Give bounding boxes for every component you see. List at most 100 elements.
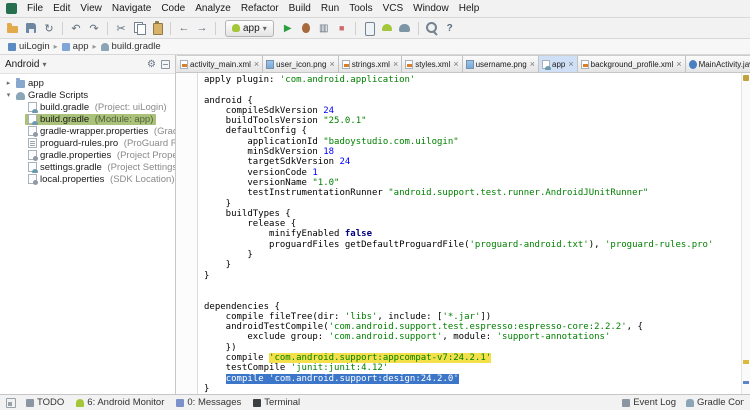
menu-edit[interactable]: Edit <box>48 3 75 14</box>
tab-activity-main-xml[interactable]: activity_main.xml× <box>177 55 263 72</box>
search-icon[interactable] <box>424 20 440 36</box>
device-icon[interactable] <box>361 20 377 36</box>
undo-icon[interactable]: ↶ <box>68 20 84 36</box>
gear-icon[interactable]: ⚙ <box>147 59 156 70</box>
tab-user-icon-png[interactable]: user_icon.png× <box>263 55 339 72</box>
code-line[interactable]: } <box>204 271 741 281</box>
close-icon[interactable]: × <box>530 59 535 69</box>
menu-build[interactable]: Build <box>284 3 316 14</box>
save-icon[interactable] <box>23 20 39 36</box>
code-line[interactable]: dependencies { <box>204 302 741 312</box>
code-line[interactable]: androidTestCompile('com.android.support.… <box>204 322 741 332</box>
tree-item-gradle-wrapper-properties-gradle-version[interactable]: gradle-wrapper.properties (Gradle Versio… <box>0 125 175 137</box>
code-line[interactable]: compileSdkVersion 24 <box>204 106 741 116</box>
chevron-collapsed-icon[interactable]: ▸ <box>4 79 13 87</box>
code-line[interactable]: defaultConfig { <box>204 126 741 136</box>
code-line[interactable]: release { <box>204 219 741 229</box>
redo-icon[interactable]: ↷ <box>86 20 102 36</box>
editor-scrollbar[interactable] <box>741 73 750 394</box>
menu-refactor[interactable]: Refactor <box>236 3 284 14</box>
paste-icon[interactable] <box>149 20 165 36</box>
cut-icon[interactable]: ✂ <box>113 20 129 36</box>
close-icon[interactable]: × <box>254 59 259 69</box>
close-icon[interactable]: × <box>393 59 398 69</box>
search-result-stripe-mark[interactable] <box>743 360 749 364</box>
tab-mainactivity-java[interactable]: MainActivity.java× <box>686 55 750 72</box>
code-line[interactable]: buildToolsVersion "25.0.1" <box>204 116 741 126</box>
code-line[interactable] <box>204 85 741 95</box>
coverage-icon[interactable]: ▥ <box>316 20 332 36</box>
code-line[interactable]: } <box>204 199 741 209</box>
code-line[interactable]: applicationId "badoystudio.com.uilogin" <box>204 137 741 147</box>
menu-navigate[interactable]: Navigate <box>107 3 156 14</box>
code-line[interactable]: versionCode 1 <box>204 168 741 178</box>
menu-file[interactable]: File <box>22 3 48 14</box>
menu-view[interactable]: View <box>75 3 107 14</box>
tree-item-build-gradle-module-app[interactable]: build.gradle (Module: app) <box>0 113 175 125</box>
chevron-expanded-icon[interactable]: ▾ <box>4 91 13 99</box>
code-line[interactable]: compile 'com.android.support:design:24.2… <box>204 374 741 384</box>
menu-tools[interactable]: Tools <box>344 3 377 14</box>
code-line[interactable]: buildTypes { <box>204 209 741 219</box>
back-icon[interactable]: ← <box>176 20 192 36</box>
breadcrumb-item-app[interactable]: app <box>60 41 91 52</box>
close-icon[interactable]: × <box>329 59 334 69</box>
tree-item-settings-gradle-project-settings[interactable]: settings.gradle (Project Settings) <box>0 161 175 173</box>
code-line[interactable]: testCompile 'junit:junit:4.12' <box>204 363 741 373</box>
code-line[interactable]: compile fileTree(dir: 'libs', include: [… <box>204 312 741 322</box>
menu-run[interactable]: Run <box>316 3 344 14</box>
code-line[interactable]: versionName "1.0" <box>204 178 741 188</box>
breadcrumb-item-uilogin[interactable]: uiLogin <box>6 41 52 52</box>
code-line[interactable]: exclude group: 'com.android.support', mo… <box>204 332 741 342</box>
code-line[interactable] <box>204 291 741 301</box>
forward-icon[interactable]: → <box>194 20 210 36</box>
project-view-selector[interactable]: Android ▾ <box>5 59 46 70</box>
tree-item-proguard-rules-pro-proguard-rules-for-app[interactable]: proguard-rules.pro (ProGuard Rules for a… <box>0 137 175 149</box>
editor-code[interactable]: apply plugin: 'com.android.application' … <box>198 73 741 394</box>
code-line[interactable]: targetSdkVersion 24 <box>204 157 741 167</box>
code-line[interactable]: minifyEnabled false <box>204 229 741 239</box>
code-line[interactable]: android { <box>204 96 741 106</box>
status-gradle-console[interactable]: Gradle Console <box>686 397 744 408</box>
help-icon[interactable]: ? <box>442 20 458 36</box>
close-icon[interactable]: × <box>676 59 681 69</box>
status-0-messages[interactable]: 0: Messages <box>176 397 241 408</box>
tree-item-app[interactable]: ▸app <box>0 77 175 89</box>
tab-app[interactable]: app× <box>539 55 578 72</box>
code-line[interactable]: }) <box>204 343 741 353</box>
toolwindow-switcher-icon[interactable] <box>6 398 16 408</box>
gradle-sync-icon[interactable] <box>397 20 413 36</box>
status-terminal[interactable]: Terminal <box>253 397 300 408</box>
open-icon[interactable] <box>5 20 21 36</box>
code-line[interactable]: } <box>204 384 741 394</box>
code-line[interactable]: } <box>204 260 741 270</box>
tab-username-png[interactable]: username.png× <box>463 55 539 72</box>
menu-code[interactable]: Code <box>156 3 190 14</box>
menu-window[interactable]: Window <box>408 3 454 14</box>
code-line[interactable]: testInstrumentationRunner "android.suppo… <box>204 188 741 198</box>
run-config-selector[interactable]: app▾ <box>225 20 274 37</box>
menu-help[interactable]: Help <box>454 3 485 14</box>
copy-icon[interactable] <box>131 20 147 36</box>
tree-item-local-properties-sdk-location[interactable]: local.properties (SDK Location) <box>0 173 175 185</box>
menu-vcs[interactable]: VCS <box>378 3 409 14</box>
close-icon[interactable]: × <box>453 59 458 69</box>
debug-icon[interactable] <box>298 20 314 36</box>
sync-icon[interactable]: ↻ <box>41 20 57 36</box>
status-6-android-monitor[interactable]: 6: Android Monitor <box>76 397 164 408</box>
code-line[interactable]: compile 'com.android.support:appcompat-v… <box>204 353 741 363</box>
code-line[interactable]: minSdkVersion 18 <box>204 147 741 157</box>
breadcrumb-item-build-gradle[interactable]: build.gradle <box>99 41 163 52</box>
caret-stripe-mark[interactable] <box>743 381 749 384</box>
android-sdk-icon[interactable] <box>379 20 395 36</box>
editor-gutter[interactable] <box>176 73 198 394</box>
stop-icon[interactable]: ■ <box>334 20 350 36</box>
inspection-indicator-icon[interactable] <box>743 75 749 81</box>
close-icon[interactable]: × <box>568 59 573 69</box>
run-icon[interactable]: ▶ <box>280 20 296 36</box>
tab-styles-xml[interactable]: styles.xml× <box>402 55 462 72</box>
tree-item-gradle-properties-project-properties[interactable]: gradle.properties (Project Properties) <box>0 149 175 161</box>
code-line[interactable]: } <box>204 250 741 260</box>
collapse-all-icon[interactable] <box>161 60 170 69</box>
tree-item-build-gradle-project-uilogin[interactable]: build.gradle (Project: uiLogin) <box>0 101 175 113</box>
